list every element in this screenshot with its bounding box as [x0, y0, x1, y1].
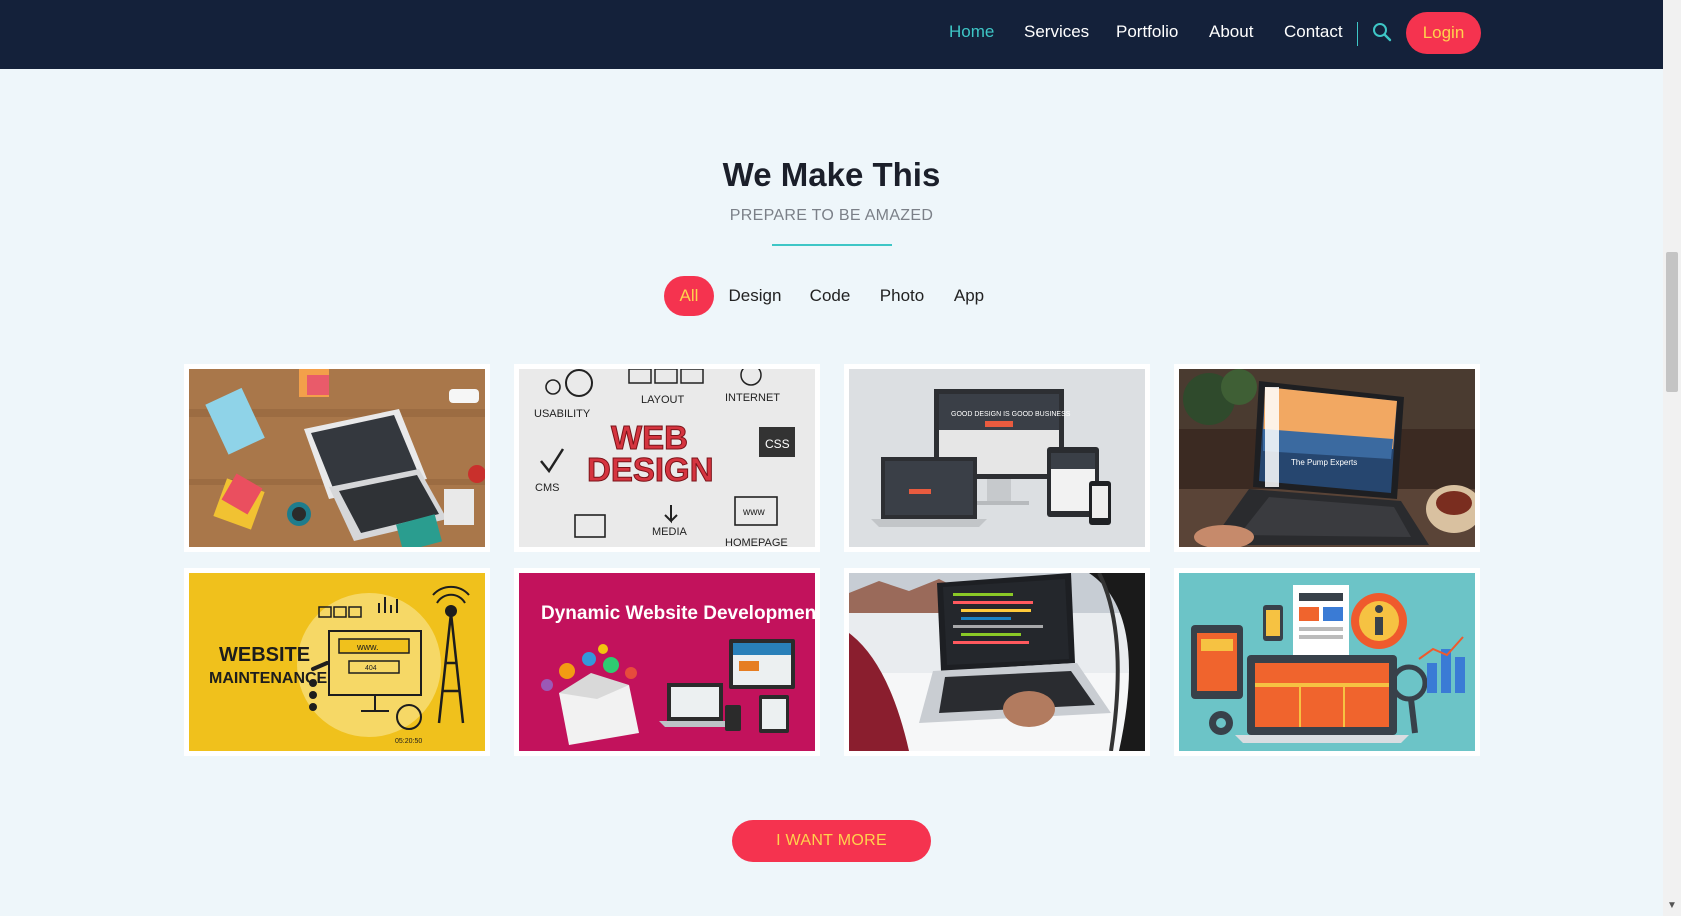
doodle-word: MEDIA: [652, 526, 688, 538]
doodle-word: LAYOUT: [641, 394, 684, 406]
filter-code[interactable]: Code: [804, 276, 856, 316]
search-icon[interactable]: [1372, 22, 1392, 44]
doodle-word: CMS: [535, 482, 559, 494]
login-button[interactable]: Login: [1406, 12, 1481, 54]
portfolio-image: GOOD DESIGN IS GOOD BUSINESS: [849, 369, 1145, 547]
filter-app[interactable]: App: [948, 276, 990, 316]
device-headline: GOOD DESIGN IS GOOD BUSINESS: [951, 411, 1071, 418]
scroll-down-arrow-icon[interactable]: ▼: [1666, 900, 1678, 912]
filter-design[interactable]: Design: [722, 276, 788, 316]
portfolio-item-laptop-cafe[interactable]: The Pump Experts: [1174, 364, 1480, 552]
portfolio-image: USABILITY LAYOUT INTERNET WEB DESIGN CSS…: [519, 369, 815, 547]
nav-divider: [1357, 22, 1358, 46]
portfolio-item-flat-devices[interactable]: [1174, 568, 1480, 756]
dynamic-headline: Dynamic Website Development: [541, 603, 815, 624]
portfolio-image: Dynamic Website Development: [519, 573, 815, 751]
portfolio-item-web-design[interactable]: USABILITY LAYOUT INTERNET WEB DESIGN CSS…: [514, 364, 820, 552]
nav-item-about[interactable]: About: [1209, 22, 1253, 42]
portfolio-item-responsive-devices[interactable]: GOOD DESIGN IS GOOD BUSINESS: [844, 364, 1150, 552]
nav-item-portfolio[interactable]: Portfolio: [1116, 22, 1178, 42]
portfolio-image: The Pump Experts: [1179, 369, 1475, 547]
section-subtitle: PREPARE TO BE AMAZED: [729, 207, 934, 224]
maintenance-tag: www.: [356, 642, 379, 652]
doodle-word: www: [742, 507, 765, 518]
doodle-word: INTERNET: [725, 392, 780, 404]
page-scrollbar[interactable]: [1663, 0, 1681, 916]
portfolio-image: WEBSITE MAINTENANCE www. 404 05:20:50: [189, 573, 485, 751]
portfolio-item-coding-laptop[interactable]: [844, 568, 1150, 756]
portfolio-item-dynamic-website[interactable]: Dynamic Website Development: [514, 568, 820, 756]
maintenance-code: 404: [365, 665, 377, 672]
scrollbar-thumb[interactable]: [1666, 252, 1678, 392]
section-title: We Make This: [722, 156, 941, 193]
title-underline: [772, 244, 892, 246]
doodle-word: DESIGN: [587, 451, 714, 488]
top-navbar: Home Services Portfolio About Contact Lo…: [0, 0, 1663, 69]
i-want-more-button[interactable]: I WANT MORE: [732, 820, 931, 862]
portfolio-image: [849, 573, 1145, 751]
maintenance-line1: WEBSITE: [219, 644, 310, 666]
doodle-word: HOMEPAGE: [725, 537, 788, 547]
nav-item-home[interactable]: Home: [949, 22, 994, 42]
doodle-word: CSS: [765, 437, 790, 451]
portfolio-image: [189, 369, 485, 547]
nav-item-contact[interactable]: Contact: [1284, 22, 1343, 42]
laptop-headline: The Pump Experts: [1291, 458, 1357, 467]
maintenance-clock: 05:20:50: [395, 738, 422, 745]
nav-item-services[interactable]: Services: [1024, 22, 1089, 42]
portfolio-image: [1179, 573, 1475, 751]
portfolio-item-workspace[interactable]: [184, 364, 490, 552]
filter-photo[interactable]: Photo: [874, 276, 930, 316]
filter-all[interactable]: All: [664, 276, 714, 316]
portfolio-item-website-maintenance[interactable]: WEBSITE MAINTENANCE www. 404 05:20:50: [184, 568, 490, 756]
doodle-word: USABILITY: [534, 408, 591, 420]
